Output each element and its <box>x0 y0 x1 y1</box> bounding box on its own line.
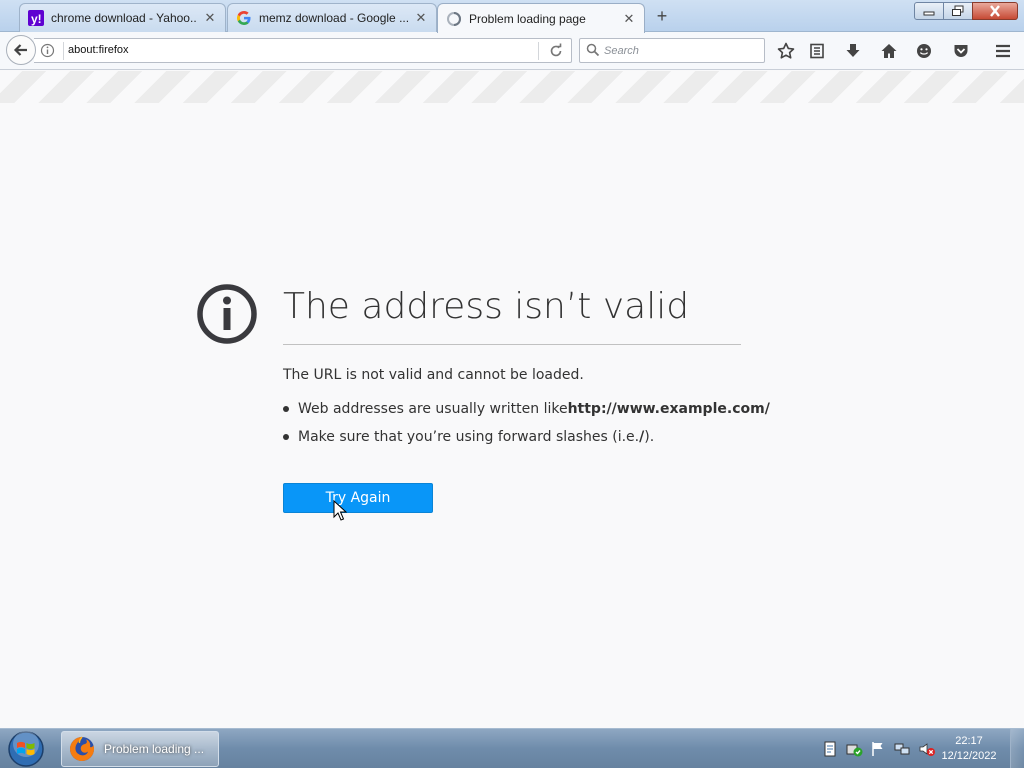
pocket-icon[interactable] <box>951 41 971 61</box>
page-loading-icon <box>446 11 462 27</box>
search-input[interactable] <box>604 42 754 60</box>
try-again-button[interactable]: Try Again <box>283 483 433 513</box>
action-center-flag-icon[interactable] <box>870 741 886 757</box>
navigation-toolbar: about:firefox <box>0 32 1024 70</box>
bookmark-star-icon[interactable] <box>776 41 796 61</box>
clock[interactable]: 22:17 12/12/2022 <box>938 734 1000 764</box>
bullet-text: Web addresses are usually written like <box>298 401 568 417</box>
back-arrow-icon <box>13 44 27 56</box>
tab-label: chrome download - Yahoo... <box>51 11 197 25</box>
bullet-text: ). <box>644 429 655 445</box>
new-tab-button[interactable]: + <box>652 6 672 26</box>
close-tab-icon[interactable]: ✕ <box>414 11 428 25</box>
home-icon[interactable] <box>879 41 899 61</box>
window-controls <box>914 2 1018 20</box>
tab-problem-loading[interactable]: Problem loading page ✕ <box>437 3 645 33</box>
tab-label: Problem loading page <box>469 11 586 26</box>
url-text[interactable]: about:firefox <box>68 44 129 56</box>
network-tray-icon[interactable] <box>894 741 910 757</box>
windows-logo-icon <box>8 731 44 767</box>
clock-date: 12/12/2022 <box>941 750 997 762</box>
yahoo-icon: y! <box>28 10 44 26</box>
list-item: Web addresses are usually written like h… <box>283 401 770 417</box>
hello-icon[interactable] <box>914 41 934 61</box>
taskbar-firefox-window[interactable]: Problem loading ... <box>61 731 219 767</box>
site-info-icon[interactable] <box>40 43 55 58</box>
page-header-stripes <box>0 71 1024 103</box>
bullet-emphasis: http://www.example.com/ <box>567 401 770 417</box>
google-icon <box>236 10 252 26</box>
search-icon <box>586 43 600 60</box>
minimize-button[interactable] <box>914 2 944 20</box>
show-desktop-button[interactable] <box>1010 729 1024 768</box>
firefox-icon <box>70 736 95 761</box>
close-tab-icon[interactable]: ✕ <box>203 11 217 25</box>
notes-tray-icon[interactable] <box>822 741 838 757</box>
back-button[interactable] <box>6 35 36 65</box>
tab-google[interactable]: memz download - Google ... ✕ <box>227 3 437 32</box>
downloads-icon[interactable] <box>843 41 863 61</box>
mouse-cursor-icon <box>333 499 348 521</box>
reading-list-icon[interactable] <box>807 41 827 61</box>
tab-yahoo[interactable]: y! chrome download - Yahoo... ✕ <box>19 3 226 32</box>
divider <box>63 42 64 60</box>
taskbar-window-label: Problem loading ... <box>104 742 205 756</box>
list-item: Make sure that you’re using forward slas… <box>283 429 654 445</box>
address-bar[interactable]: about:firefox <box>34 38 572 63</box>
svg-text:y!: y! <box>31 12 42 26</box>
bullet-text: Make sure that you’re using forward slas… <box>298 429 640 445</box>
clock-time: 22:17 <box>955 735 983 747</box>
security-tray-icon[interactable] <box>846 741 863 757</box>
error-description: The URL is not valid and cannot be loade… <box>283 367 584 383</box>
divider <box>538 42 539 60</box>
close-tab-icon[interactable]: ✕ <box>622 11 636 26</box>
start-button[interactable] <box>4 730 48 768</box>
bullet-icon <box>283 406 289 412</box>
volume-muted-icon[interactable] <box>918 741 935 757</box>
close-window-button[interactable] <box>972 2 1018 20</box>
reload-icon[interactable] <box>548 43 564 59</box>
info-icon <box>196 283 258 345</box>
bullet-icon <box>283 434 289 440</box>
taskbar: Problem loading ... 22:17 12/12/2022 <box>0 728 1024 768</box>
title-divider <box>283 344 741 345</box>
error-title: The address isn’t valid <box>283 286 690 327</box>
restore-button[interactable] <box>943 2 973 20</box>
search-bar[interactable] <box>579 38 765 63</box>
menu-icon[interactable] <box>993 41 1013 61</box>
tab-label: memz download - Google ... <box>259 11 408 25</box>
tab-bar: y! chrome download - Yahoo... ✕ memz dow… <box>0 0 1024 33</box>
